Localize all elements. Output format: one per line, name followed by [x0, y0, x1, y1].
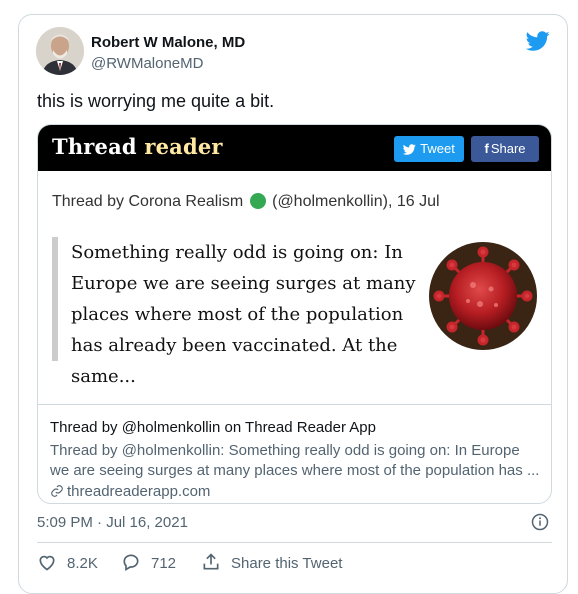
reply-button[interactable]: 712: [121, 552, 176, 576]
facebook-f-icon: f: [484, 141, 489, 156]
thread-by-suffix: (@holmenkollin), 16 Jul: [272, 193, 440, 210]
thread-attribution: Thread by Corona Realism (@holmenkollin)…: [52, 193, 440, 211]
reply-count: 712: [151, 555, 177, 572]
share-tweet-label: Share this Tweet: [231, 555, 343, 572]
twitter-bird-icon[interactable]: [525, 29, 551, 53]
card-title: Thread by @holmenkollin on Thread Reader…: [50, 419, 376, 436]
heart-icon: [39, 555, 55, 571]
tweet-button: Tweet: [394, 136, 464, 162]
link-preview-card[interactable]: Thread reader Tweet f Share Thread by Cor…: [37, 124, 552, 504]
threadreader-banner: Thread reader Tweet f Share: [38, 125, 551, 171]
link-icon: [51, 485, 63, 497]
like-count: 8.2K: [67, 555, 98, 572]
card-domain: threadreaderapp.com: [50, 483, 210, 500]
card-description: Thread by @holmenkollin: Something reall…: [50, 442, 540, 479]
card-divider: [38, 404, 551, 405]
thread-quote: Something really odd is going on: In Eur…: [71, 242, 416, 387]
like-button[interactable]: 8.2K: [37, 552, 98, 576]
green-circle-icon: [249, 193, 266, 209]
card-image: Thread by Corona Realism (@holmenkollin)…: [38, 171, 551, 404]
author-name[interactable]: Robert W Malone, MD: [91, 34, 245, 51]
tweet-timestamp[interactable]: 5:09 PM · Jul 16, 2021: [37, 514, 188, 531]
author-handle[interactable]: @RWMaloneMD: [91, 55, 203, 72]
divider: [37, 542, 552, 543]
coronavirus-icon: [428, 241, 538, 351]
share-button-label: Share: [490, 141, 526, 156]
tweet-text: this is worrying me quite a bit.: [37, 91, 275, 111]
bird-icon: [402, 144, 416, 155]
logo-part-thread: Thread: [52, 134, 137, 159]
thread-by-prefix: Thread by Corona Realism: [52, 193, 244, 210]
card-domain-text: threadreaderapp.com: [67, 483, 211, 500]
info-icon[interactable]: [531, 513, 549, 531]
avatar[interactable]: [36, 27, 84, 75]
share-icon: [203, 553, 219, 570]
threadreader-logo: Thread reader: [52, 134, 223, 159]
tweet-card[interactable]: Robert W Malone, MD @RWMaloneMD this is …: [18, 14, 568, 594]
reply-icon: [123, 554, 139, 571]
tweet-button-label: Tweet: [420, 141, 455, 156]
share-button: f Share: [471, 136, 539, 162]
logo-part-reader: reader: [144, 134, 223, 159]
quote-bar: [52, 237, 58, 361]
share-tweet-button[interactable]: Share this Tweet: [201, 552, 342, 576]
